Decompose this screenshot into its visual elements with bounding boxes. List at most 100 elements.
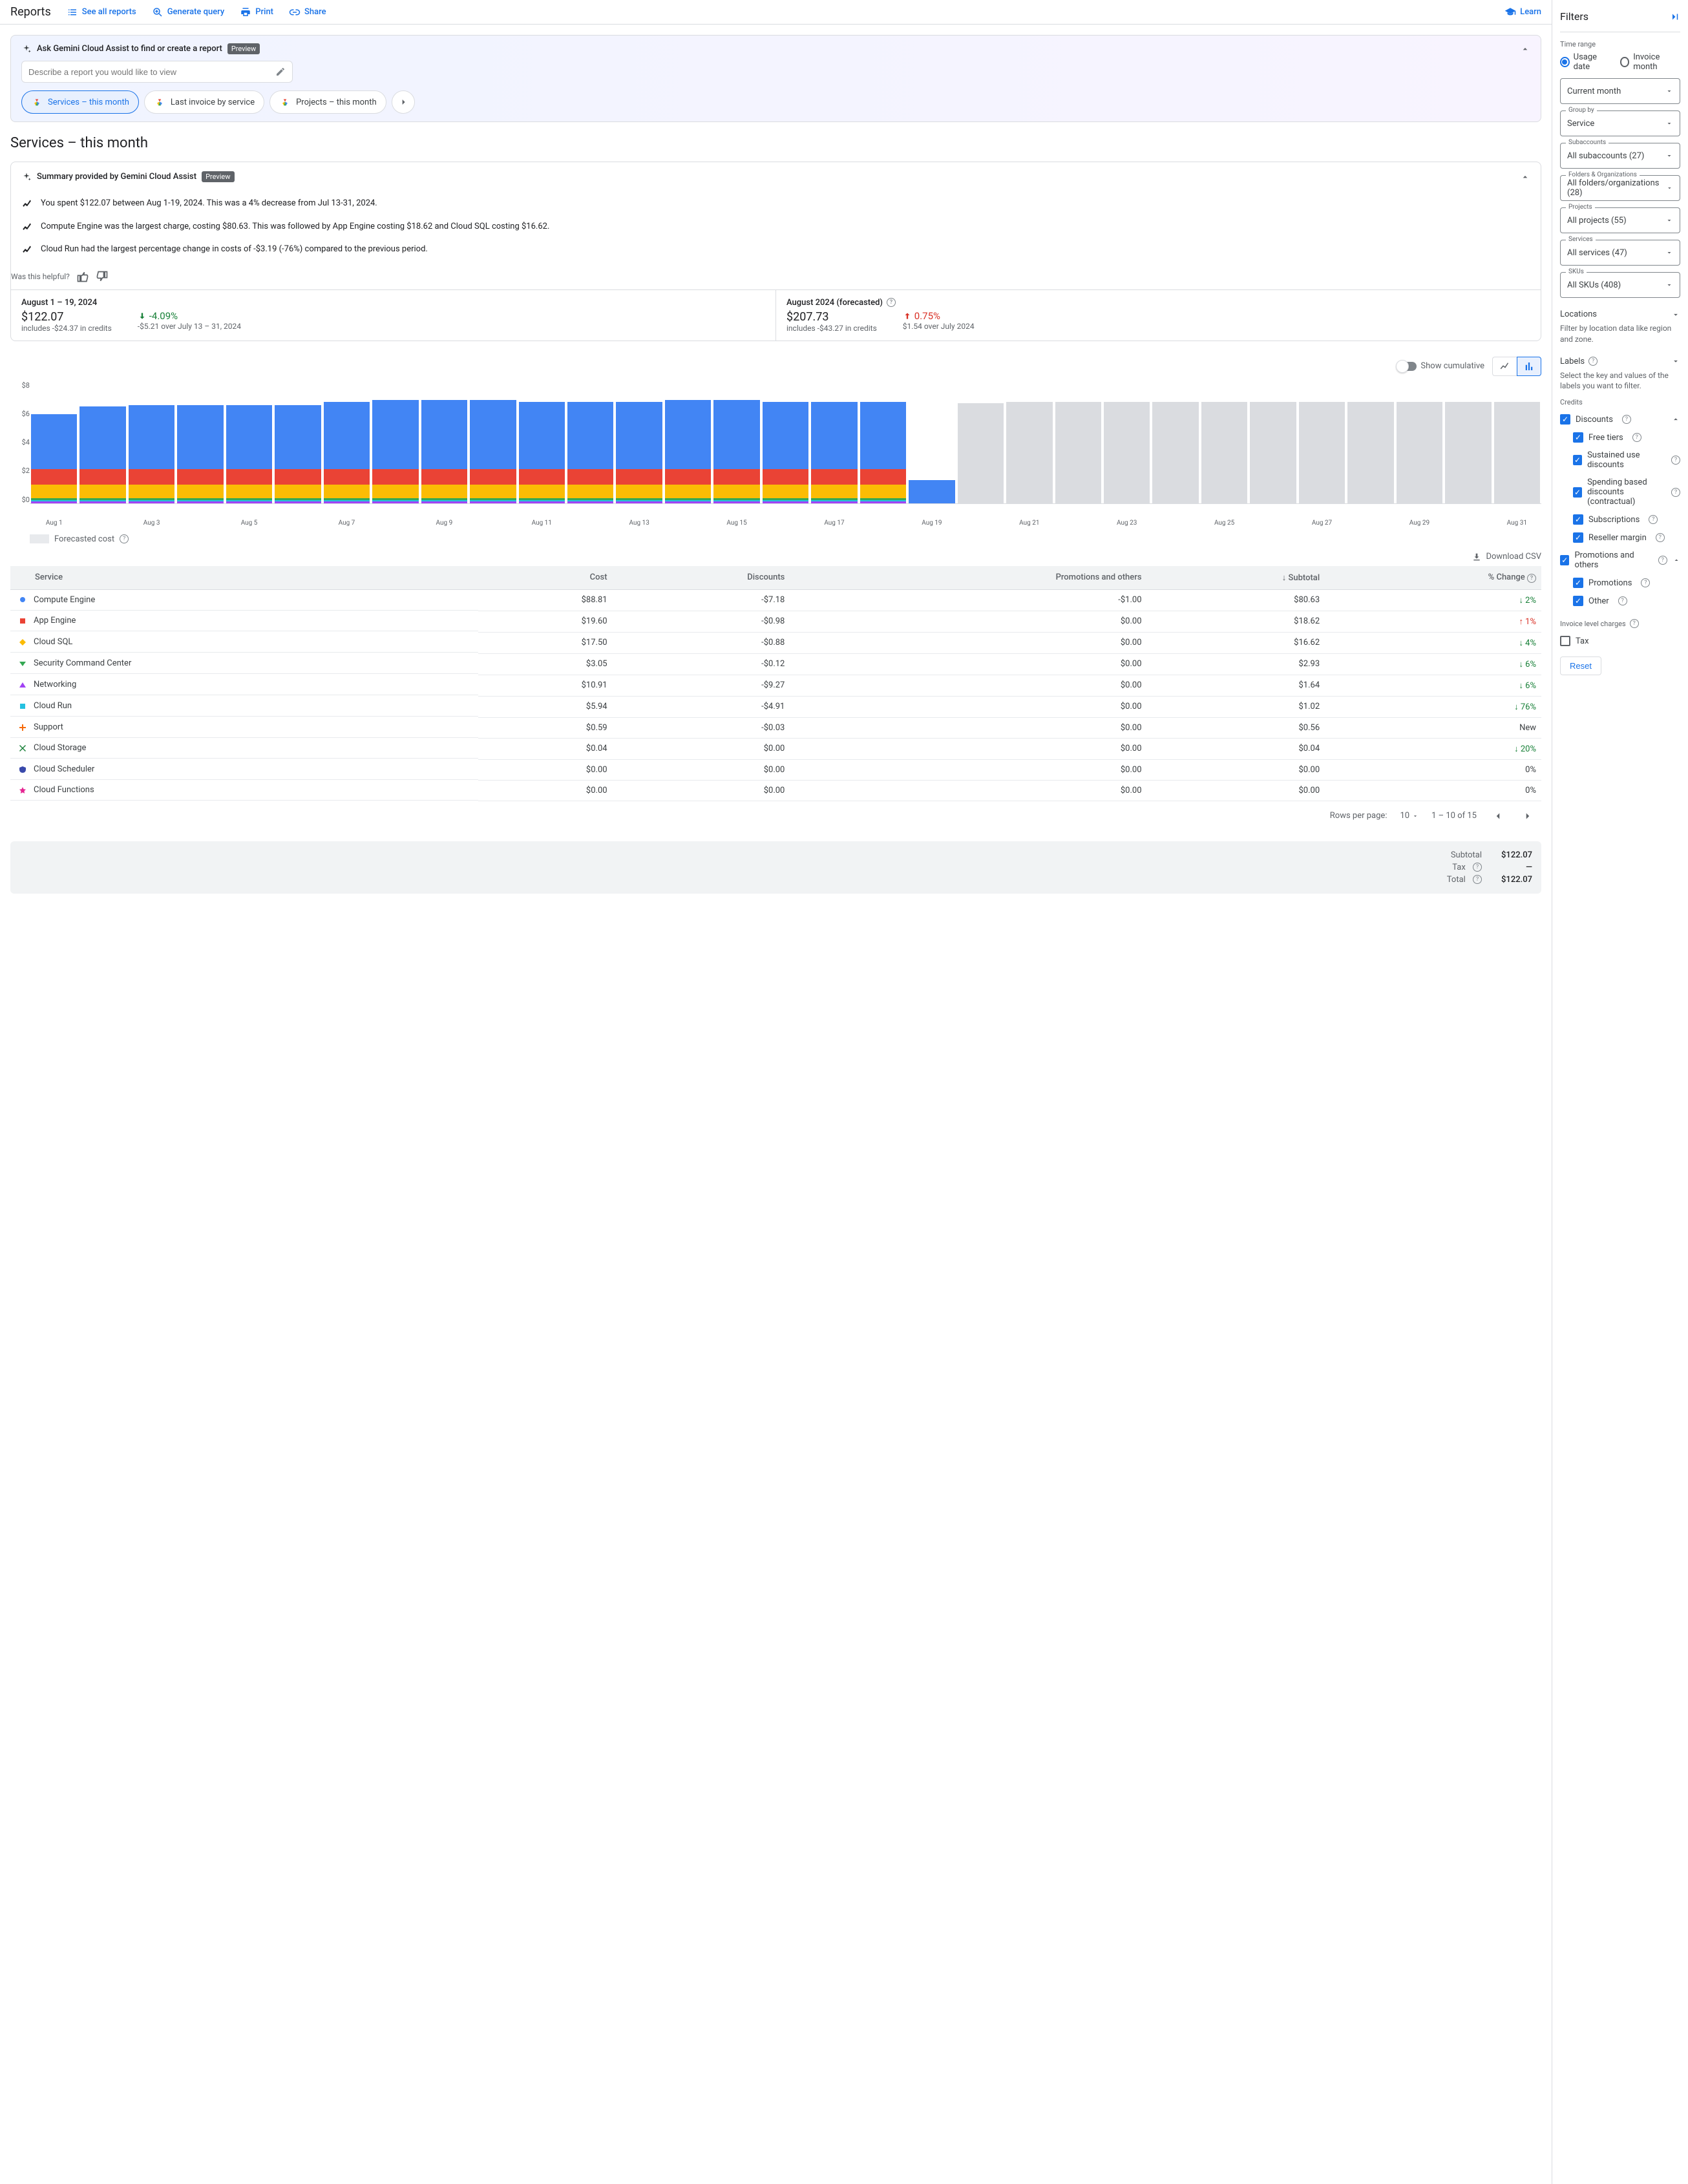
- chart-bar[interactable]: [567, 402, 613, 503]
- chart-bar[interactable]: [31, 414, 77, 503]
- chart-bar[interactable]: [860, 402, 906, 503]
- col-header[interactable]: ↓ Subtotal: [1147, 566, 1325, 590]
- chart-bar[interactable]: [470, 400, 516, 503]
- chart-bar[interactable]: [421, 400, 467, 503]
- help-icon[interactable]: ?: [1641, 578, 1650, 587]
- see-all-reports-link[interactable]: See all reports: [67, 6, 136, 18]
- folders-select[interactable]: Folders & Organizations All folders/orga…: [1560, 175, 1680, 201]
- cumulative-toggle[interactable]: Show cumulative: [1398, 361, 1484, 371]
- chart-bar[interactable]: [519, 402, 565, 503]
- col-header[interactable]: Cost: [478, 566, 612, 590]
- col-header[interactable]: Service: [10, 566, 478, 590]
- chart-bar[interactable]: [275, 405, 321, 503]
- chart-bar[interactable]: [1104, 402, 1150, 503]
- print-link[interactable]: Print: [240, 6, 273, 18]
- help-icon[interactable]: ?: [1527, 574, 1536, 583]
- chart-bar[interactable]: [1201, 402, 1247, 503]
- chart-bar[interactable]: [1397, 402, 1442, 503]
- download-csv-button[interactable]: Download CSV: [10, 544, 1541, 566]
- chart-bar[interactable]: [616, 402, 662, 503]
- check-reseller[interactable]: ✓ Reseller margin ?: [1560, 529, 1680, 547]
- chart-bar[interactable]: [763, 402, 808, 503]
- collapse-filters-button[interactable]: [1669, 11, 1680, 23]
- chart-bar[interactable]: [665, 400, 711, 503]
- group-by-select[interactable]: Group by Service: [1560, 110, 1680, 136]
- table-row[interactable]: Cloud Run $5.94 -$4.91 $0.00 $1.02 ↓ 76%: [10, 696, 1541, 717]
- help-icon[interactable]: ?: [1649, 515, 1658, 524]
- chart-bar[interactable]: [177, 405, 223, 503]
- chart-bar[interactable]: [958, 403, 1004, 503]
- radio-usage-date[interactable]: Usage date: [1560, 52, 1611, 72]
- chip-last-invoice[interactable]: Last invoice by service: [144, 90, 264, 114]
- bar-chart-button[interactable]: [1517, 357, 1541, 376]
- check-sustained[interactable]: ✓ Sustained use discounts ?: [1560, 446, 1680, 474]
- radio-invoice-month[interactable]: Invoice month: [1620, 52, 1680, 72]
- chart-bar[interactable]: [1250, 402, 1296, 503]
- chip-projects-this-month[interactable]: Projects – this month: [269, 90, 386, 114]
- gemini-input-field[interactable]: [28, 67, 275, 77]
- check-promotions[interactable]: ✓ Promotions ?: [1560, 574, 1680, 592]
- help-icon[interactable]: ?: [1630, 619, 1639, 628]
- chip-services-this-month[interactable]: Services – this month: [21, 90, 139, 114]
- col-header[interactable]: % Change ?: [1325, 566, 1541, 590]
- table-row[interactable]: Support $0.59 -$0.03 $0.00 $0.56 New: [10, 717, 1541, 738]
- chart-bar[interactable]: [1006, 402, 1052, 503]
- table-row[interactable]: App Engine $19.60 -$0.98 $0.00 $18.62 ↑ …: [10, 611, 1541, 632]
- table-row[interactable]: Cloud Functions $0.00 $0.00 $0.00 $0.00 …: [10, 780, 1541, 801]
- projects-select[interactable]: Projects All projects (55): [1560, 207, 1680, 233]
- help-icon[interactable]: ?: [1618, 596, 1627, 605]
- check-free-tiers[interactable]: ✓ Free tiers ?: [1560, 428, 1680, 446]
- subaccounts-select[interactable]: Subaccounts All subaccounts (27): [1560, 143, 1680, 169]
- chart-bar[interactable]: [1299, 402, 1345, 503]
- chart-bar[interactable]: [324, 402, 370, 503]
- col-header[interactable]: Discounts: [613, 566, 790, 590]
- services-select[interactable]: Services All services (47): [1560, 240, 1680, 266]
- chart-bar[interactable]: [226, 405, 272, 503]
- table-row[interactable]: Cloud Storage $0.04 $0.00 $0.00 $0.04 ↓ …: [10, 738, 1541, 759]
- check-spending[interactable]: ✓ Spending based discounts (contractual)…: [1560, 474, 1680, 510]
- chips-next-button[interactable]: [392, 90, 415, 114]
- rows-per-page-select[interactable]: 10: [1400, 811, 1419, 821]
- thumbs-up-button[interactable]: [76, 270, 89, 283]
- help-icon[interactable]: ?: [887, 298, 896, 307]
- thumbs-down-button[interactable]: [96, 270, 109, 283]
- chart-bar[interactable]: [909, 480, 955, 503]
- time-range-select[interactable]: Current month: [1560, 78, 1680, 104]
- help-icon[interactable]: ?: [1632, 433, 1641, 442]
- skus-select[interactable]: SKUs All SKUs (408): [1560, 272, 1680, 298]
- chart-bar[interactable]: [1152, 402, 1198, 503]
- chart-bar[interactable]: [1055, 402, 1101, 503]
- help-icon[interactable]: ?: [1473, 875, 1482, 884]
- help-icon[interactable]: ?: [1671, 488, 1680, 497]
- check-tax[interactable]: Tax: [1560, 632, 1680, 650]
- share-link[interactable]: Share: [289, 6, 326, 18]
- learn-link[interactable]: Learn: [1504, 6, 1541, 18]
- labels-expander[interactable]: Labels ?: [1560, 352, 1680, 372]
- line-chart-button[interactable]: [1492, 357, 1517, 376]
- check-subscriptions[interactable]: ✓ Subscriptions ?: [1560, 510, 1680, 529]
- collapse-button[interactable]: [1520, 172, 1530, 182]
- chart-bar[interactable]: [79, 406, 125, 503]
- help-icon[interactable]: ?: [1622, 415, 1631, 424]
- check-other[interactable]: ✓ Other ?: [1560, 592, 1680, 610]
- help-icon[interactable]: ?: [120, 534, 129, 543]
- table-row[interactable]: Security Command Center $3.05 -$0.12 $0.…: [10, 653, 1541, 675]
- col-header[interactable]: Promotions and others: [790, 566, 1146, 590]
- table-row[interactable]: Networking $10.91 -$9.27 $0.00 $1.64 ↓ 6…: [10, 675, 1541, 696]
- generate-query-link[interactable]: Generate query: [152, 6, 225, 18]
- table-row[interactable]: Cloud Scheduler $0.00 $0.00 $0.00 $0.00 …: [10, 759, 1541, 780]
- chart-bar[interactable]: [1347, 402, 1393, 503]
- gemini-input[interactable]: [21, 61, 293, 83]
- table-row[interactable]: Cloud SQL $17.50 -$0.88 $0.00 $16.62 ↓ 4…: [10, 632, 1541, 653]
- chart-bar[interactable]: [372, 400, 418, 503]
- check-promotions-others[interactable]: ✓ Promotions and others ?: [1560, 547, 1680, 574]
- next-page-button[interactable]: [1519, 808, 1536, 824]
- locations-expander[interactable]: Locations: [1560, 304, 1680, 324]
- help-icon[interactable]: ?: [1588, 357, 1598, 366]
- reset-button[interactable]: Reset: [1560, 656, 1601, 675]
- check-discounts[interactable]: ✓ Discounts ?: [1560, 410, 1680, 428]
- chart-bar[interactable]: [811, 402, 857, 503]
- chart-bar[interactable]: [1494, 402, 1540, 503]
- collapse-button[interactable]: [1520, 44, 1530, 54]
- chart-bar[interactable]: [1445, 402, 1491, 503]
